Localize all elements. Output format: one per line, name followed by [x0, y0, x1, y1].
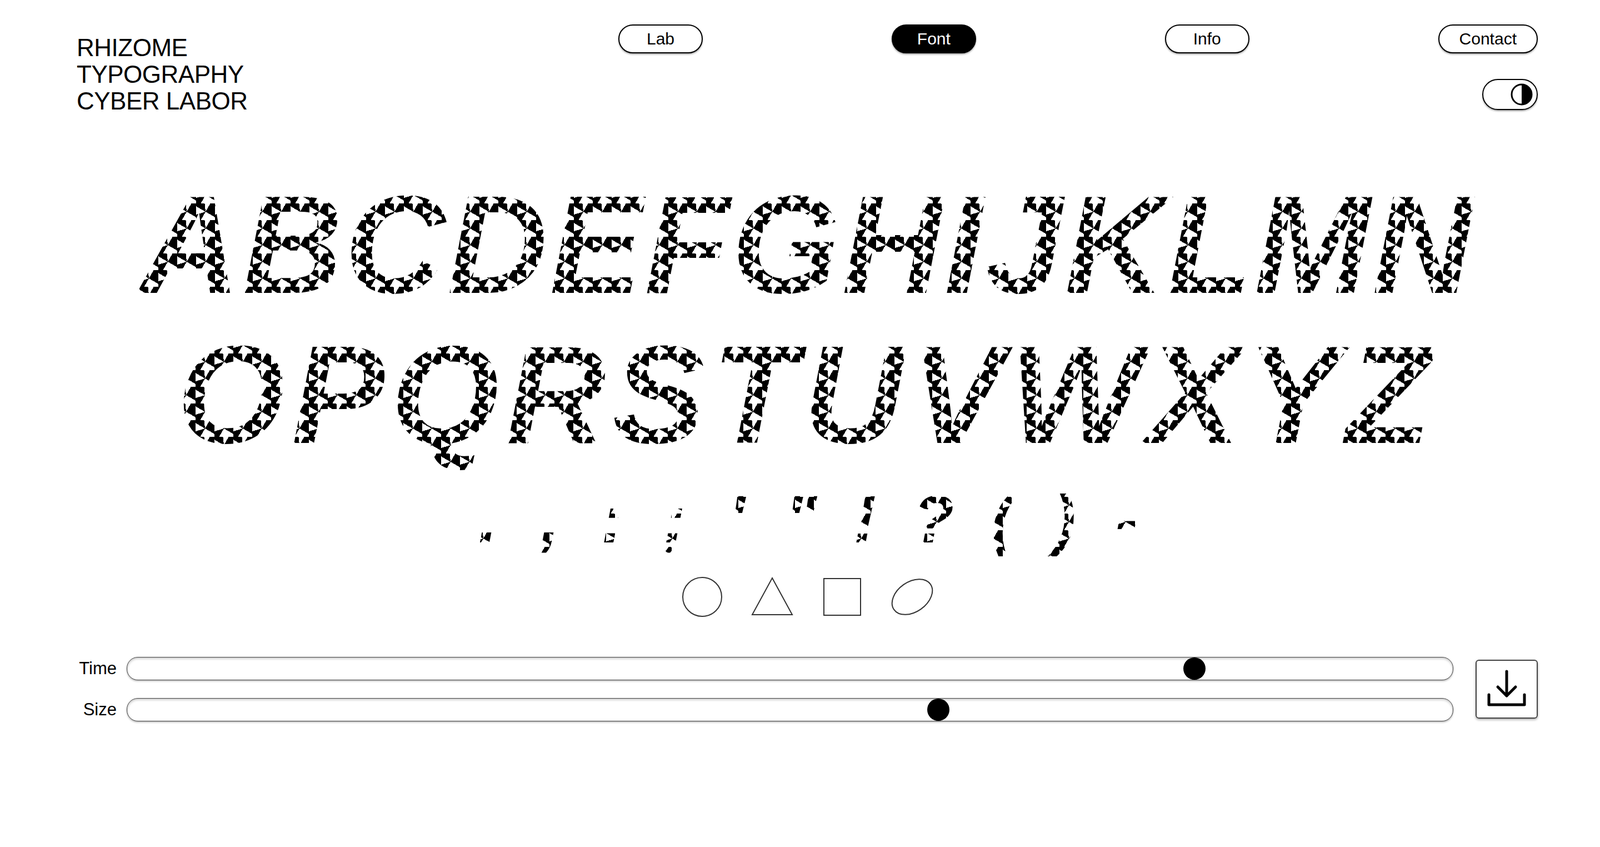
header-right: Lab Font Info Contact [537, 24, 1538, 110]
download-button[interactable] [1475, 659, 1538, 719]
slider-fill [127, 698, 939, 721]
glyph: : [598, 480, 627, 558]
header: RHIZOMETYPOGRAPHYCYBER LABOR Lab Font Info C… [76, 24, 1538, 115]
logo-line: TYPOGRAPHY [76, 61, 538, 88]
glyph: ? [913, 480, 954, 558]
nav-bar: Lab Font Info Contact [537, 24, 1538, 54]
glyph-row: OPQRSTUVWXYZ [176, 320, 1438, 470]
square-icon [820, 574, 865, 619]
slider-track[interactable] [126, 697, 1454, 722]
slider-row: Time [65, 656, 1454, 680]
glyph: - [1112, 480, 1141, 558]
slider-row: Size [65, 697, 1454, 722]
nav-button[interactable]: Lab [618, 24, 703, 54]
glyph: " [785, 480, 817, 558]
nav-button[interactable]: Font [891, 24, 977, 54]
controls: Time Size [65, 656, 1538, 722]
contrast-icon [1510, 82, 1534, 107]
logo-line: RHIZOME [76, 34, 538, 62]
shape-button[interactable] [680, 574, 725, 619]
toggle-row [537, 78, 1538, 110]
ellipse-icon [890, 574, 935, 619]
font-specimen: ABCDEFGHIJKLMNOPQRSTUVWXYZ.,:; ' "!? ()- [76, 170, 1538, 558]
contrast-toggle[interactable] [1482, 78, 1538, 110]
glyph: . [473, 480, 502, 558]
glyph: ' [722, 480, 751, 558]
glyph: ; [660, 480, 689, 558]
nav-button[interactable]: Info [1165, 24, 1250, 54]
glyph: ! [851, 480, 879, 558]
glyph: , [536, 480, 564, 558]
slider-label: Time [65, 657, 117, 680]
triangle-icon [750, 574, 795, 619]
logo[interactable]: RHIZOMETYPOGRAPHYCYBER LABOR [76, 24, 538, 115]
glyph: ) [1050, 480, 1079, 558]
shape-button[interactable] [750, 574, 795, 619]
nav-button[interactable]: Contact [1438, 24, 1538, 54]
glyph: ( [988, 480, 1017, 558]
slider-thumb[interactable] [1183, 657, 1206, 680]
shape-button[interactable] [820, 574, 865, 619]
shape-button[interactable] [890, 574, 935, 619]
slider-fill [127, 657, 1195, 680]
download-icon [1484, 666, 1529, 712]
logo-line: CYBER LABOR [76, 87, 538, 115]
punctuation-row: .,:; ' "!? ()- [473, 480, 1141, 558]
slider-thumb[interactable] [927, 698, 950, 721]
shape-picker [76, 574, 1538, 619]
circle-icon [680, 574, 725, 619]
slider-track[interactable] [126, 656, 1454, 680]
glyph-row: ABCDEFGHIJKLMN [139, 170, 1475, 320]
slider-label: Size [65, 698, 117, 721]
sliders: Time Size [65, 656, 1454, 722]
